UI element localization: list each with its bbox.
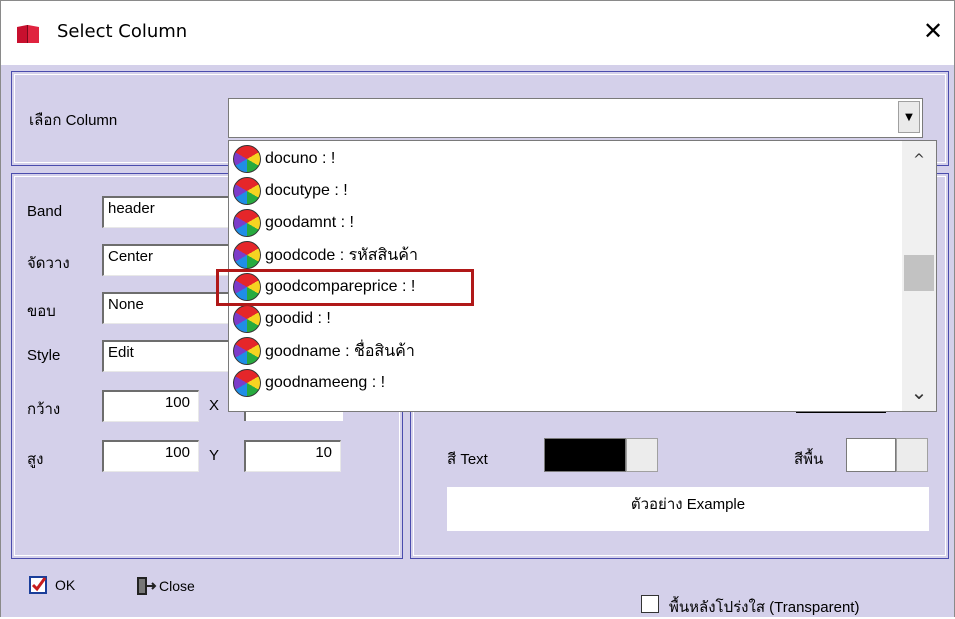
color-wheel-icon [233, 241, 261, 269]
ok-label: OK [55, 577, 76, 593]
close-label: Close [159, 578, 195, 594]
chevron-down-icon[interactable]: ▼ [898, 101, 920, 133]
dropdown-item[interactable]: docutype : ! [233, 175, 348, 207]
transparent-checkbox[interactable] [641, 595, 659, 613]
ok-button[interactable]: OK [29, 575, 75, 595]
height-field[interactable]: 100 [102, 440, 199, 472]
dropdown-item-label: goodid : ! [265, 310, 331, 327]
dropdown-item[interactable]: docuno : ! [233, 143, 335, 175]
scroll-down-icon[interactable]: ⌄ [902, 377, 936, 407]
text-color-swatch[interactable] [544, 438, 626, 472]
height-label: สูง [27, 451, 44, 468]
ok-icon [29, 576, 47, 594]
dropdown-item-label: docuno : ! [265, 150, 336, 167]
border-field[interactable]: None [102, 292, 232, 324]
scroll-thumb[interactable] [904, 255, 934, 291]
align-label: จัดวาง [27, 255, 70, 272]
color-wheel-icon [233, 337, 261, 365]
window-title: Select Column [57, 21, 188, 42]
dropdown-item[interactable]: goodnameeng : ! [233, 367, 385, 399]
transparent-label: พื้นหลังโปร่งใส (Transparent) [669, 599, 860, 616]
text-color-label: สี Text [447, 451, 488, 468]
band-label: Band [27, 203, 63, 220]
dropdown-item[interactable]: goodcode : รหัสสินค้า [233, 239, 418, 271]
style-field[interactable]: Edit [102, 340, 232, 372]
dropdown-item-label: goodcode : รหัสสินค้า [265, 246, 418, 264]
align-field[interactable]: Center [102, 244, 232, 276]
scroll-up-icon[interactable]: ^ [902, 145, 936, 175]
bg-color-label: สีพื้น [794, 451, 824, 468]
dropdown-item-label: goodname : ชื่อสินค้า [265, 342, 415, 360]
text-color-picker-button[interactable] [626, 438, 658, 472]
style-label: Style [27, 347, 61, 364]
color-wheel-icon [233, 177, 261, 205]
dropdown-item-label: goodamnt : ! [265, 214, 354, 231]
border-label: ขอบ [27, 303, 56, 320]
selection-highlight [216, 269, 474, 306]
width-field[interactable]: 100 [102, 390, 199, 422]
dropdown-item-label: docutype : ! [265, 182, 348, 199]
close-button[interactable]: Close [133, 575, 195, 597]
color-wheel-icon [233, 209, 261, 237]
sample-preview: ตัวอย่าง Example [447, 487, 929, 531]
x-label: X [209, 397, 220, 414]
title-bar: Select Column ✕ [1, 1, 954, 65]
band-field[interactable]: header [102, 196, 232, 228]
book-icon [17, 25, 39, 43]
dropdown-item[interactable]: goodname : ชื่อสินค้า [233, 335, 415, 367]
color-wheel-icon [233, 305, 261, 333]
bg-color-picker-button[interactable] [896, 438, 928, 472]
column-label: เลือก Column [29, 112, 118, 129]
dropdown-item[interactable]: goodamnt : ! [233, 207, 354, 239]
close-icon[interactable]: ✕ [923, 17, 943, 45]
y-label: Y [209, 447, 220, 464]
dropdown-item-label: goodnameeng : ! [265, 374, 386, 391]
bg-color-swatch[interactable] [846, 438, 896, 472]
color-wheel-icon [233, 145, 261, 173]
width-label: กว้าง [27, 401, 61, 418]
dropdown-item[interactable]: goodid : ! [233, 303, 331, 335]
y-field[interactable]: 10 [244, 440, 341, 472]
column-combo[interactable]: ▼ [228, 98, 923, 138]
select-column-dialog: Select Column ✕ เลือก Column ▼ Band head… [0, 0, 955, 617]
exit-door-icon [137, 577, 157, 595]
dropdown-scrollbar[interactable]: ^ ⌄ [902, 141, 936, 411]
color-wheel-icon [233, 369, 261, 397]
